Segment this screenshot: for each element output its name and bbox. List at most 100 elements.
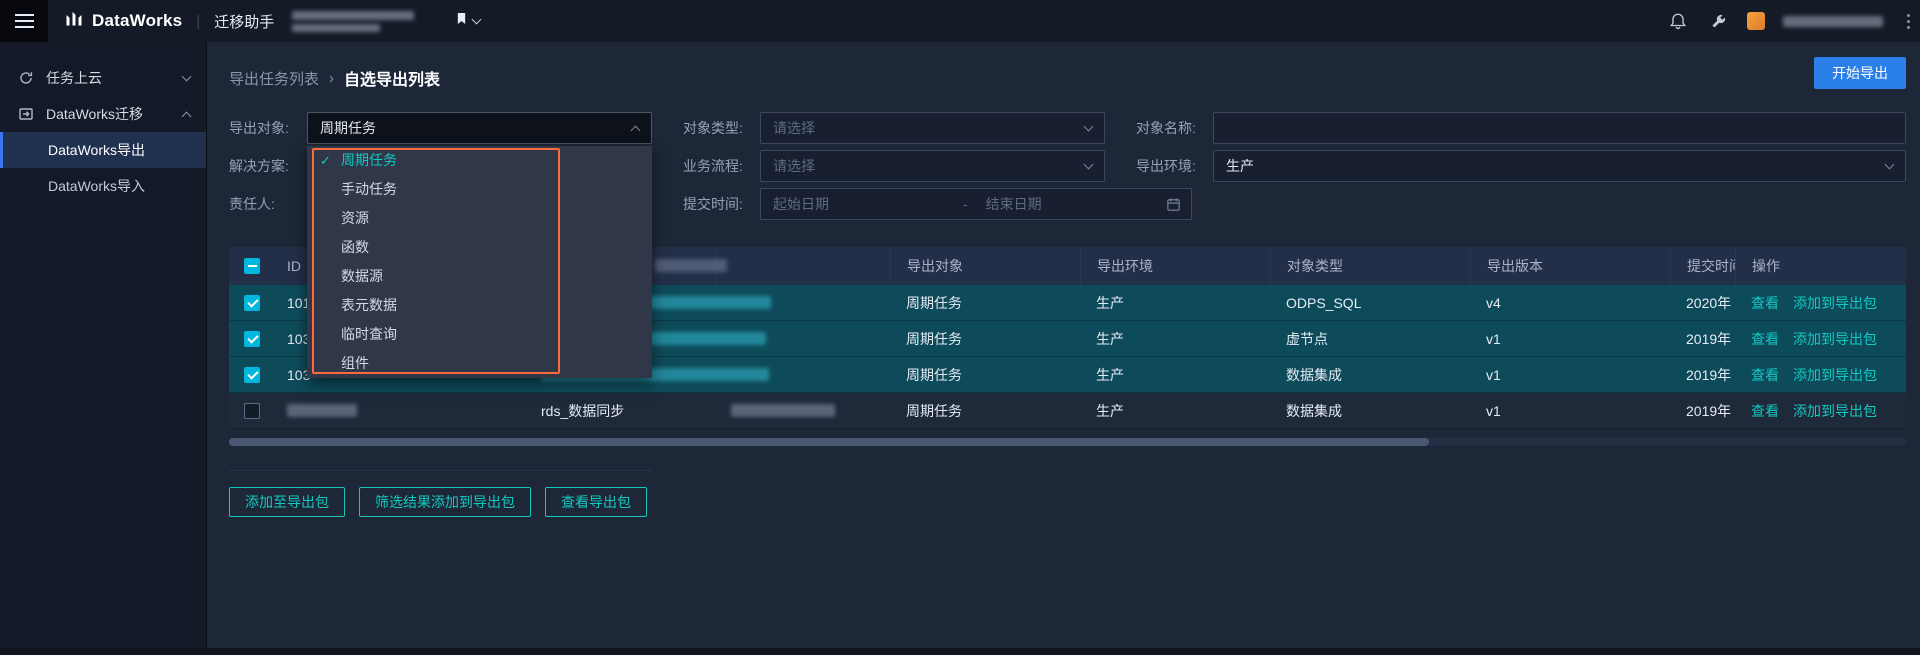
chevron-up-icon xyxy=(181,111,192,121)
cell-submit-time: 2019年 xyxy=(1686,402,1732,419)
sidebar-item-dw-import[interactable]: DataWorks导入 xyxy=(0,168,206,204)
chevron-down-icon xyxy=(1083,121,1094,131)
view-link[interactable]: 查看 xyxy=(1751,365,1779,385)
view-link[interactable]: 查看 xyxy=(1751,293,1779,313)
cell-object-type: 数据集成 xyxy=(1286,366,1342,383)
sidebar-item-task-cloud[interactable]: 任务上云 xyxy=(0,60,206,96)
dropdown-option-component[interactable]: 组件 xyxy=(307,349,652,378)
header-export-object: 导出对象 xyxy=(890,247,1080,285)
cell-submit-time: 2019年 xyxy=(1686,330,1732,347)
dropdown-option-label: 周期任务 xyxy=(341,152,397,168)
row-checkbox[interactable] xyxy=(244,330,260,347)
export-env-value: 生产 xyxy=(1226,158,1254,174)
sidebar-item-dw-migration[interactable]: DataWorks迁移 xyxy=(0,96,206,132)
export-object-select[interactable]: 周期任务 xyxy=(307,112,652,144)
topbar: DataWorks | 迁移助手 xyxy=(0,0,1920,42)
select-all-checkbox[interactable] xyxy=(244,258,260,274)
owner-label: 责任人: xyxy=(229,196,275,212)
dropdown-option-function[interactable]: 函数 xyxy=(307,233,652,262)
business-flow-label: 业务流程: xyxy=(683,158,743,174)
dataworks-logo[interactable]: DataWorks xyxy=(64,9,182,34)
row-checkbox[interactable] xyxy=(244,402,260,419)
notification-bell-icon[interactable] xyxy=(1667,10,1689,32)
add-to-package-link[interactable]: 添加到导出包 xyxy=(1793,401,1877,421)
chevron-down-icon xyxy=(471,14,482,24)
add-to-package-link[interactable]: 添加到导出包 xyxy=(1793,293,1877,313)
add-to-package-link[interactable]: 添加到导出包 xyxy=(1793,329,1877,349)
business-flow-select[interactable]: 请选择 xyxy=(760,150,1105,182)
cell-export-version: v4 xyxy=(1486,294,1501,311)
breadcrumb: 导出任务列表 › 自选导出列表 xyxy=(229,66,440,90)
start-export-button[interactable]: 开始导出 xyxy=(1814,57,1906,89)
user-name-redacted[interactable] xyxy=(1783,15,1883,27)
sidebar-item-dw-export[interactable]: DataWorks导出 xyxy=(0,132,206,168)
dropdown-option-adhoc-query[interactable]: 临时查询 xyxy=(307,320,652,349)
object-name-input[interactable] xyxy=(1213,112,1906,144)
migration-icon xyxy=(18,106,34,122)
check-icon: ✓ xyxy=(320,153,331,168)
sidebar-item-label: DataWorks导入 xyxy=(48,178,145,194)
cell-export-env: 生产 xyxy=(1096,366,1124,383)
header-operation: 操作 xyxy=(1735,247,1906,285)
bottom-edge-strip xyxy=(0,648,1920,655)
row-checkbox[interactable] xyxy=(244,294,260,311)
cell-export-env: 生产 xyxy=(1096,402,1124,419)
date-start-placeholder: 起始日期 xyxy=(773,196,829,212)
add-filtered-to-package-button[interactable]: 筛选结果添加到导出包 xyxy=(359,487,531,517)
object-type-label: 对象类型: xyxy=(683,120,743,136)
dropdown-option-resource[interactable]: 资源 xyxy=(307,204,652,233)
cell-export-object: 周期任务 xyxy=(906,330,962,347)
breadcrumb-parent[interactable]: 导出任务列表 xyxy=(229,68,319,89)
add-to-export-package-button[interactable]: 添加至导出包 xyxy=(229,487,345,517)
tools-wrench-icon[interactable] xyxy=(1707,10,1729,32)
dropdown-option-table-metadata[interactable]: 表元数据 xyxy=(307,291,652,320)
object-type-select[interactable]: 请选择 xyxy=(760,112,1105,144)
view-link[interactable]: 查看 xyxy=(1751,329,1779,349)
add-to-package-link[interactable]: 添加到导出包 xyxy=(1793,365,1877,385)
date-range-separator: - xyxy=(963,196,968,212)
sidebar-item-label: 任务上云 xyxy=(46,70,102,86)
cell-object-type: 数据集成 xyxy=(1286,402,1342,419)
cell-export-object: 周期任务 xyxy=(906,294,962,311)
cell-export-env: 生产 xyxy=(1096,294,1124,311)
user-avatar[interactable] xyxy=(1747,12,1765,30)
chevron-down-icon xyxy=(181,71,192,81)
dropdown-option-label: 数据源 xyxy=(341,268,383,284)
horizontal-scrollbar[interactable] xyxy=(229,438,1906,446)
chevron-up-icon xyxy=(630,125,641,135)
calendar-icon xyxy=(1166,197,1181,212)
export-object-label: 导出对象: xyxy=(229,120,289,136)
dropdown-option-label: 函数 xyxy=(341,239,369,255)
cell-export-version: v1 xyxy=(1486,330,1501,347)
cell-export-env: 生产 xyxy=(1096,330,1124,347)
header-submit-time: 提交时间 xyxy=(1670,247,1735,285)
export-env-select[interactable]: 生产 xyxy=(1213,150,1906,182)
dropdown-option-label: 手动任务 xyxy=(341,181,397,197)
cloud-sync-icon xyxy=(18,70,34,86)
workspace-switcher[interactable] xyxy=(456,12,482,30)
workspace-name-redacted[interactable] xyxy=(292,10,415,32)
breadcrumb-separator: › xyxy=(329,69,335,87)
scrollbar-thumb[interactable] xyxy=(229,438,1429,446)
redacted-id-text xyxy=(287,404,357,417)
bookmark-icon xyxy=(456,12,467,30)
export-object-dropdown: ✓ 周期任务 手动任务 资源 函数 数据源 表元数据 临时查询 组件 xyxy=(307,146,652,378)
object-type-placeholder: 请选择 xyxy=(773,120,815,136)
header-owner xyxy=(715,247,890,285)
more-options-icon[interactable] xyxy=(1907,13,1910,29)
table-row[interactable]: rds_数据同步 周期任务 生产 数据集成 v1 2019年 查看 添加到导出包 xyxy=(229,393,1906,429)
hamburger-menu-icon[interactable] xyxy=(0,0,48,42)
footer-actions: 添加至导出包 筛选结果添加到导出包 查看导出包 xyxy=(229,487,647,517)
sidebar: 任务上云 DataWorks迁移 DataWorks导出 DataWorks导入 xyxy=(0,42,207,655)
view-link[interactable]: 查看 xyxy=(1751,401,1779,421)
date-end-placeholder: 结束日期 xyxy=(985,196,1042,212)
dataworks-logo-icon xyxy=(64,9,84,34)
view-export-package-button[interactable]: 查看导出包 xyxy=(545,487,647,517)
header-export-version: 导出版本 xyxy=(1470,247,1670,285)
dropdown-option-manual-task[interactable]: 手动任务 xyxy=(307,175,652,204)
dropdown-option-periodic-task[interactable]: ✓ 周期任务 xyxy=(307,146,652,175)
submit-time-range-picker[interactable]: 起始日期 - 结束日期 xyxy=(760,188,1192,220)
dropdown-option-datasource[interactable]: 数据源 xyxy=(307,262,652,291)
row-checkbox[interactable] xyxy=(244,366,260,383)
solution-label: 解决方案: xyxy=(229,158,289,174)
